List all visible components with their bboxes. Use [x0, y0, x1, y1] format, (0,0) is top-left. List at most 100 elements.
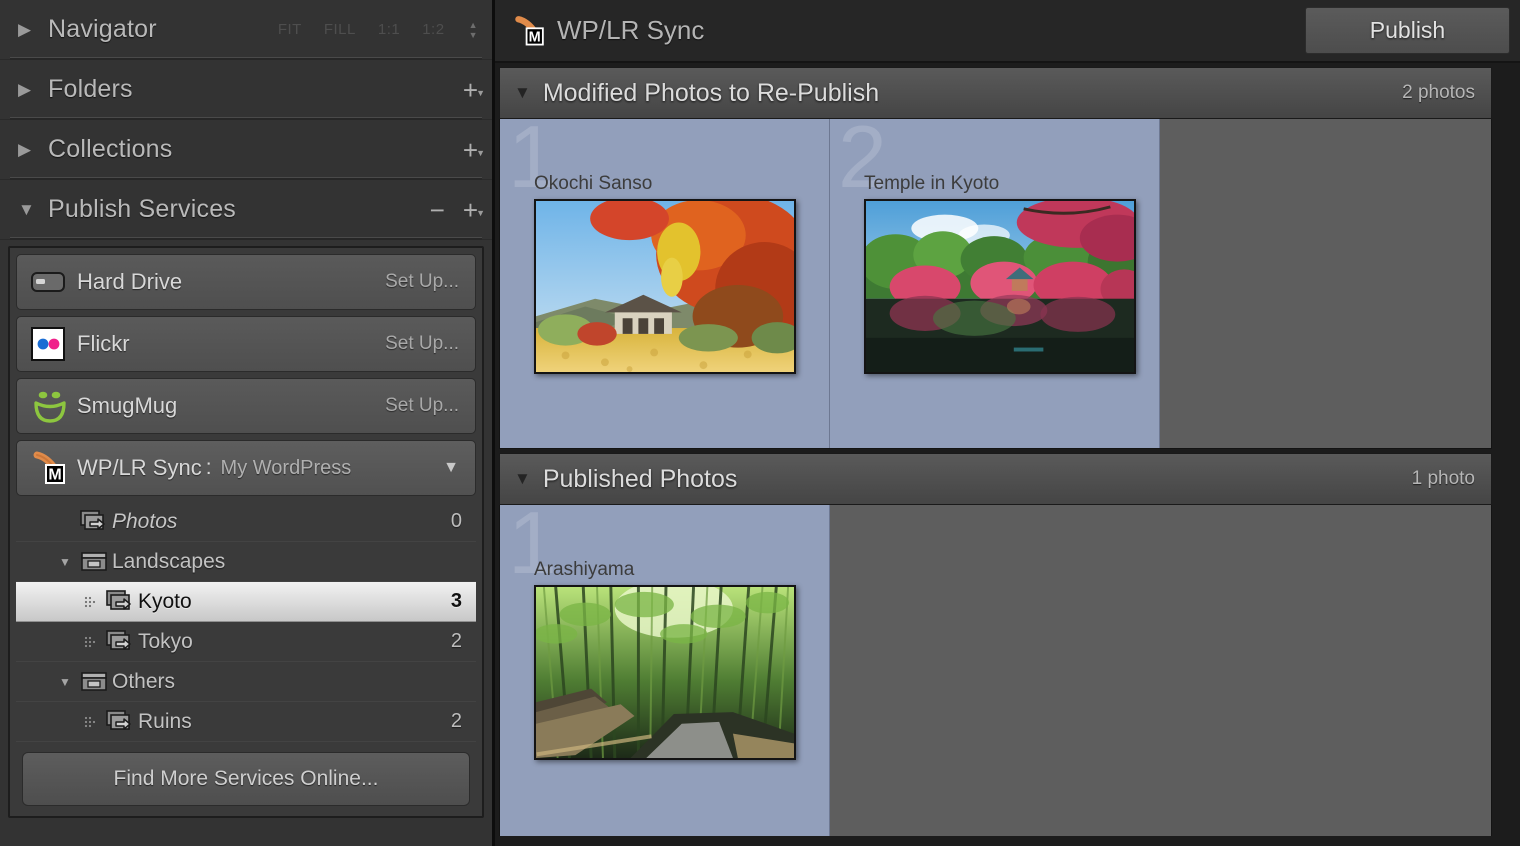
service-separator: : [205, 456, 212, 479]
main-content: M WP/LR Sync Publish ▼ Modified Photos t… [495, 0, 1520, 846]
section-modified-photos: ▼ Modified Photos to Re-Publish 2 photos… [495, 67, 1492, 449]
chevron-down-icon[interactable]: ▼ [514, 469, 531, 489]
smugmug-icon [31, 388, 77, 424]
section-header-modified[interactable]: ▼ Modified Photos to Re-Publish 2 photos [499, 67, 1492, 119]
add-service-icon[interactable]: + ▼ [463, 197, 485, 223]
panel-title-collections: Collections [48, 135, 173, 163]
photo-grid-area: ▼ Modified Photos to Re-Publish 2 photos… [495, 63, 1520, 836]
zoom-fill-button[interactable]: FILL [324, 21, 356, 38]
service-setup-link[interactable]: Set Up... [385, 395, 459, 417]
chevron-right-icon[interactable]: ▶ [18, 21, 40, 38]
chevron-down-icon[interactable]: ▼ [18, 201, 40, 218]
tree-row-ruins[interactable]: Ruins 2 [16, 702, 476, 742]
drag-handle-icon[interactable] [78, 714, 104, 730]
add-folder-icon[interactable]: + ▼ [463, 77, 485, 103]
panel-header-publish-services[interactable]: ▼ Publish Services − + ▼ [0, 180, 492, 240]
tree-label: Others [112, 669, 176, 693]
zoom-fit-button[interactable]: FIT [278, 21, 302, 38]
chevron-right-icon[interactable]: ▶ [18, 141, 40, 158]
tree-label: Tokyo [138, 629, 193, 653]
tree-row-photos[interactable]: Photos 0 [16, 502, 476, 542]
tree-count: 3 [450, 590, 462, 612]
photo-cell[interactable]: 1 Arashiyama [500, 499, 830, 836]
autumn-temple-thumb[interactable] [534, 199, 796, 374]
service-hard-drive[interactable]: Hard Drive Set Up... [16, 254, 476, 310]
bamboo-grove-thumb[interactable] [534, 585, 796, 760]
service-name: Flickr [77, 331, 130, 356]
photo-cell[interactable]: 2 Temple in Kyoto [830, 113, 1160, 448]
service-name: SmugMug [77, 393, 178, 418]
drag-handle-icon[interactable] [78, 634, 104, 650]
zoom-stepper-icon[interactable]: ▲ ▼ [469, 20, 478, 39]
tree-label: Landscapes [112, 549, 226, 573]
section-title: Published Photos [542, 464, 738, 493]
navigator-zoom-controls[interactable]: FIT FILL 1:1 1:2 ▲ ▼ [278, 20, 478, 39]
publish-collection-tree: Photos 0 ▼ Landscapes Kyoto 3 Tokyo 2 ▼ … [16, 502, 476, 746]
service-flickr[interactable]: Flickr Set Up... [16, 316, 476, 372]
photo-cell[interactable]: 1 Okochi Sanso [500, 113, 830, 448]
service-name: WP/LR Sync [77, 455, 202, 480]
wplr-icon: M [513, 14, 553, 48]
hard-drive-icon [31, 272, 77, 292]
grid-published: 1 Arashiyama [499, 499, 1492, 836]
remove-service-icon[interactable]: − [430, 197, 445, 223]
flickr-icon [31, 327, 77, 361]
collection-icon [104, 589, 138, 614]
grid-modified: 1 Okochi Sanso 2 Temple in Kyoto [499, 113, 1492, 449]
publish-toolbar: M WP/LR Sync Publish [495, 0, 1520, 63]
service-account-name: My WordPress [220, 456, 352, 479]
section-photo-count: 1 photo [1411, 468, 1475, 489]
panel-header-collections[interactable]: ▶ Collections + ▼ [0, 120, 492, 180]
collection-icon [104, 709, 138, 734]
lightroom-window: ▶ Navigator FIT FILL 1:1 1:2 ▲ ▼ ▶ Folder… [0, 0, 1520, 846]
kyoto-pond-thumb[interactable] [864, 199, 1136, 374]
collection-icon [78, 509, 112, 534]
tree-label: Ruins [138, 709, 192, 733]
collection-set-icon [78, 550, 112, 574]
tree-row-kyoto[interactable]: Kyoto 3 [16, 582, 476, 622]
tree-count: 2 [450, 630, 462, 652]
tree-row-others[interactable]: ▼ Others [16, 662, 476, 702]
zoom-1-2-button[interactable]: 1:2 [422, 21, 444, 38]
chevron-down-icon[interactable]: ▼ [52, 675, 78, 689]
panel-title-publish-services: Publish Services [48, 195, 237, 223]
chevron-down-icon[interactable]: ▼ [52, 555, 78, 569]
service-setup-link[interactable]: Set Up... [385, 271, 459, 293]
panel-header-folders[interactable]: ▶ Folders + ▼ [0, 60, 492, 120]
photo-caption: Arashiyama [534, 559, 635, 580]
section-photo-count: 2 photos [1402, 82, 1475, 103]
service-name: Hard Drive [77, 269, 183, 294]
add-collection-icon[interactable]: + ▼ [463, 137, 485, 163]
publish-services-list: Hard Drive Set Up... Flickr Set Up... Sm… [8, 246, 484, 818]
panel-title-folders: Folders [48, 75, 133, 103]
publish-button[interactable]: Publish [1305, 7, 1510, 54]
tree-row-tokyo[interactable]: Tokyo 2 [16, 622, 476, 662]
collection-icon [104, 629, 138, 654]
service-smugmug[interactable]: SmugMug Set Up... [16, 378, 476, 434]
panel-header-navigator[interactable]: ▶ Navigator FIT FILL 1:1 1:2 ▲ ▼ [0, 0, 492, 60]
chevron-down-icon[interactable]: ▼ [443, 459, 459, 477]
publish-service-title: WP/LR Sync [557, 15, 705, 45]
zoom-1-1-button[interactable]: 1:1 [378, 21, 400, 38]
find-more-services-button[interactable]: Find More Services Online... [22, 752, 470, 806]
tree-count: 0 [450, 510, 462, 532]
tree-count: 2 [450, 710, 462, 732]
section-title: Modified Photos to Re-Publish [542, 78, 880, 107]
grid-empty-area [830, 505, 1491, 836]
tree-label: Kyoto [138, 589, 192, 613]
collection-set-icon [78, 670, 112, 694]
service-setup-link[interactable]: Set Up... [385, 333, 459, 355]
wplr-icon: M [31, 450, 77, 486]
section-header-published[interactable]: ▼ Published Photos 1 photo [499, 453, 1492, 505]
drag-handle-icon[interactable] [78, 594, 104, 610]
left-sidebar: ▶ Navigator FIT FILL 1:1 1:2 ▲ ▼ ▶ Folder… [0, 0, 495, 846]
bottom-strip [495, 836, 1520, 846]
svg-text:M: M [529, 29, 541, 45]
photo-caption: Temple in Kyoto [864, 173, 1000, 194]
tree-row-landscapes[interactable]: ▼ Landscapes [16, 542, 476, 582]
tree-label: Photos [112, 509, 178, 533]
chevron-down-icon[interactable]: ▼ [514, 83, 531, 103]
service-wplr-sync[interactable]: M WP/LR Sync : My WordPress ▼ [16, 440, 476, 496]
svg-text:M: M [48, 467, 61, 484]
chevron-right-icon[interactable]: ▶ [18, 81, 40, 98]
